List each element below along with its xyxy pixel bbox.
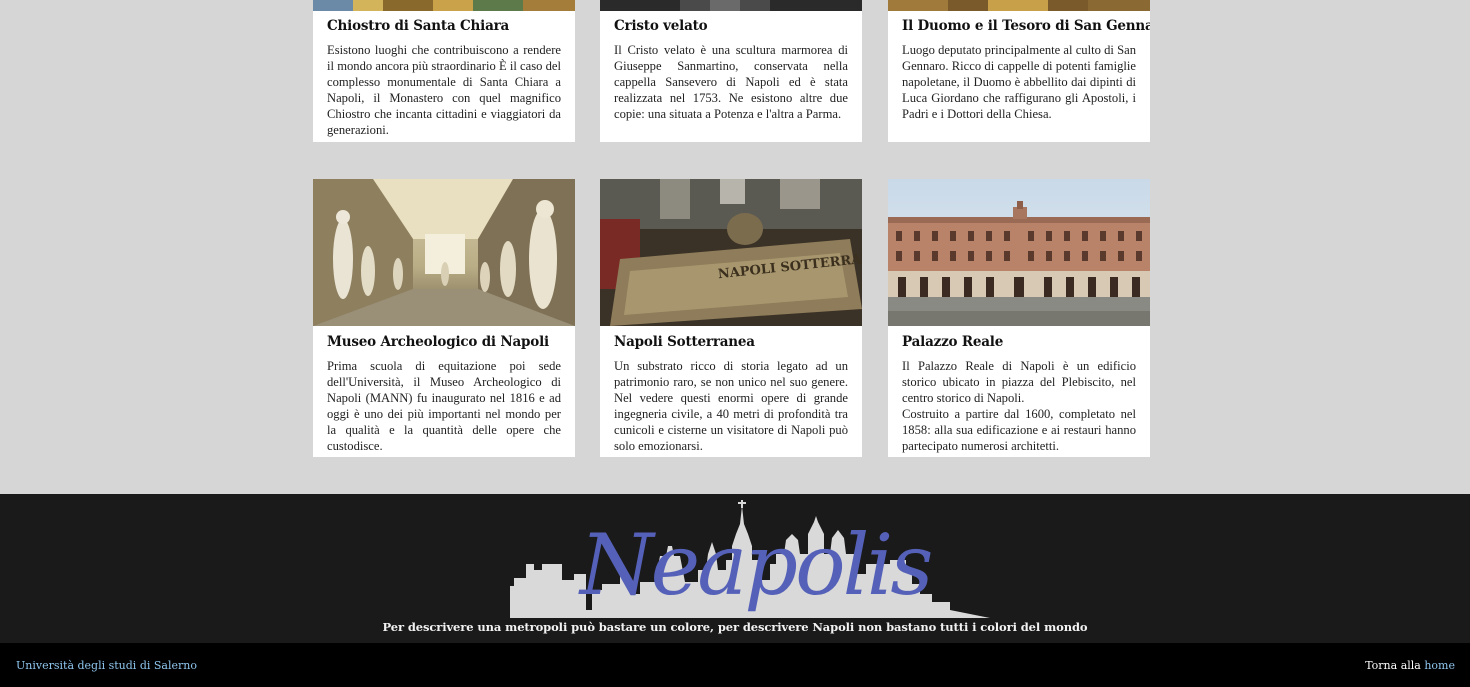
card-description: Prima scuola di equitazione poi sede del…	[327, 359, 561, 453]
card-image[interactable]	[888, 0, 1150, 11]
card-title[interactable]: Il Duomo e il Tesoro di San Gennaro	[902, 18, 1150, 34]
card-title[interactable]: Napoli Sotterranea	[614, 334, 848, 350]
home-link[interactable]: home	[1424, 659, 1455, 672]
back-home-prefix: Torna alla	[1365, 659, 1421, 672]
neapolis-logo: Neapolis	[470, 494, 1000, 624]
card-museo-archeologico[interactable]: Museo Archeologico di Napoli Prima scuol…	[313, 179, 575, 457]
card-description: Un substrato ricco di storia legato ad u…	[614, 359, 848, 453]
card-image[interactable]	[888, 179, 1150, 326]
card-title[interactable]: Chiostro di Santa Chiara	[327, 18, 561, 34]
card-duomo-san-gennaro[interactable]: Il Duomo e il Tesoro di San Gennaro Luog…	[888, 0, 1150, 142]
footer-tagline: Per descrivere una metropoli può bastare…	[382, 620, 1088, 634]
back-home-text: Torna alla home	[1365, 659, 1455, 672]
logo-text: Neapolis	[578, 516, 931, 614]
card-description: Esistono luoghi che contribuiscono a ren…	[327, 43, 561, 137]
card-title[interactable]: Museo Archeologico di Napoli	[327, 334, 561, 350]
card-image[interactable]: NAPOLI SOTTERRANEA	[600, 179, 862, 326]
card-description: Il Cristo velato è una scultura marmorea…	[614, 43, 848, 121]
card-description: Luogo deputato principalmente al culto d…	[902, 43, 1136, 121]
card-image[interactable]	[313, 0, 575, 11]
card-image[interactable]	[313, 179, 575, 326]
card-image[interactable]	[600, 0, 862, 11]
bottom-bar: Università degli studi di Salerno Torna …	[0, 643, 1470, 687]
card-title[interactable]: Palazzo Reale	[902, 334, 1136, 350]
card-cristo-velato[interactable]: Cristo velato Il Cristo velato è una scu…	[600, 0, 862, 142]
card-description: Il Palazzo Reale di Napoli è un edificio…	[902, 359, 1136, 405]
card-napoli-sotterranea[interactable]: NAPOLI SOTTERRANEA Napoli Sotterranea Un…	[600, 179, 862, 457]
attractions-grid: Chiostro di Santa Chiara Esistono luoghi…	[0, 0, 1470, 494]
card-description-extra: Costruito a partire dal 1600, completato…	[902, 407, 1136, 453]
card-palazzo-reale[interactable]: Palazzo Reale Il Palazzo Reale di Napoli…	[888, 179, 1150, 457]
card-chiostro-santa-chiara[interactable]: Chiostro di Santa Chiara Esistono luoghi…	[313, 0, 575, 142]
footer-banner: Neapolis Per descrivere una metropoli pu…	[0, 494, 1470, 643]
card-title[interactable]: Cristo velato	[614, 18, 848, 34]
university-link[interactable]: Università degli studi di Salerno	[16, 659, 197, 672]
